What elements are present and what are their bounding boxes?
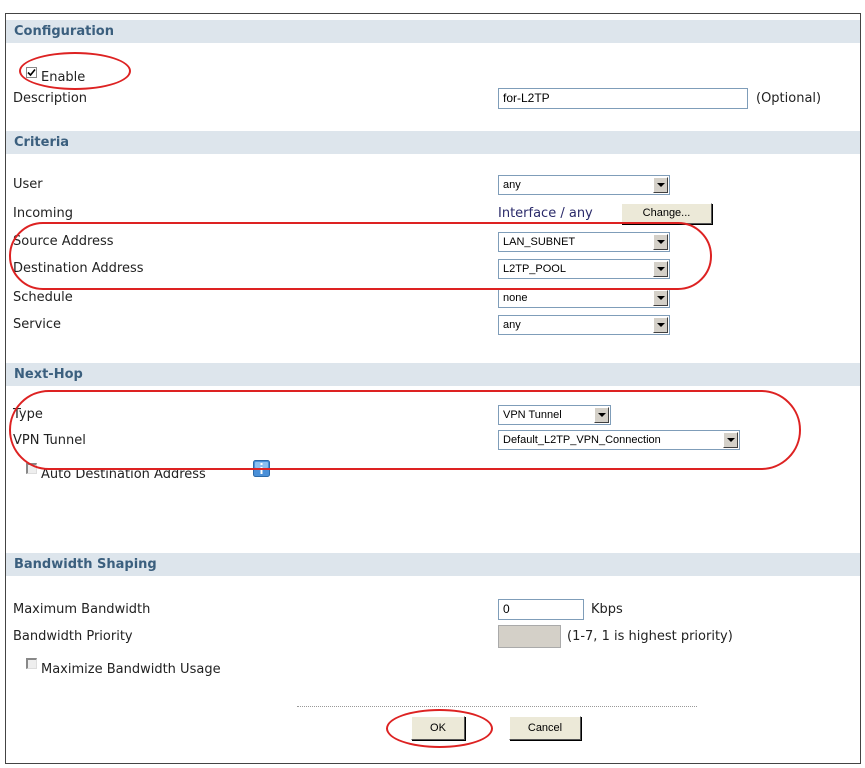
incoming-value: Interface / any [498, 206, 593, 221]
cancel-button[interactable]: Cancel [509, 716, 581, 740]
service-label: Service [13, 317, 62, 332]
section-title: Bandwidth Shaping [14, 557, 157, 572]
schedule-select[interactable]: none [498, 288, 670, 308]
user-label: User [13, 177, 43, 192]
info-icon[interactable] [253, 460, 270, 477]
top-caption-strip [0, 0, 865, 4]
user-select[interactable]: any [498, 175, 670, 195]
maximize-bandwidth-checkbox[interactable] [26, 658, 37, 669]
checkmark-icon [27, 68, 36, 77]
vpn-tunnel-label: VPN Tunnel [13, 433, 86, 448]
service-select[interactable]: any [498, 315, 670, 335]
section-title: Configuration [14, 24, 114, 39]
vpn-tunnel-select[interactable]: Default_L2TP_VPN_Connection [498, 430, 740, 450]
section-title: Criteria [14, 135, 70, 150]
enable-checkbox[interactable] [26, 67, 37, 78]
source-address-label: Source Address [13, 234, 114, 249]
section-bandwidth-shaping: Bandwidth Shaping [6, 553, 860, 576]
auto-destination-checkbox[interactable] [26, 463, 37, 474]
max-bandwidth-unit: Kbps [591, 602, 623, 617]
button-divider [297, 706, 697, 707]
schedule-label: Schedule [13, 290, 73, 305]
ok-button[interactable]: OK [411, 716, 465, 740]
chevron-down-icon[interactable] [723, 432, 738, 448]
section-configuration: Configuration [6, 20, 860, 43]
section-criteria: Criteria [6, 131, 860, 154]
optional-hint: (Optional) [756, 91, 822, 106]
chevron-down-icon[interactable] [653, 290, 668, 306]
chevron-down-icon[interactable] [653, 177, 668, 193]
section-next-hop: Next-Hop [6, 363, 860, 386]
destination-address-label: Destination Address [13, 261, 144, 276]
source-address-select[interactable]: LAN_SUBNET [498, 232, 670, 252]
max-bandwidth-input[interactable]: 0 [498, 599, 584, 620]
destination-address-select[interactable]: L2TP_POOL [498, 259, 670, 279]
enable-label: Enable [41, 70, 86, 85]
chevron-down-icon[interactable] [653, 261, 668, 277]
chevron-down-icon[interactable] [653, 317, 668, 333]
auto-destination-label: Auto Destination Address [41, 467, 206, 482]
bandwidth-priority-input[interactable] [498, 625, 561, 648]
description-input[interactable]: for-L2TP [498, 88, 748, 109]
max-bandwidth-label: Maximum Bandwidth [13, 602, 151, 617]
bandwidth-priority-hint: (1-7, 1 is highest priority) [567, 629, 733, 644]
chevron-down-icon[interactable] [653, 234, 668, 250]
type-select[interactable]: VPN Tunnel [498, 405, 611, 425]
edit-policy-route-panel [5, 13, 861, 764]
bandwidth-priority-label: Bandwidth Priority [13, 629, 133, 644]
description-label: Description [13, 91, 88, 106]
change-button[interactable]: Change... [621, 203, 712, 224]
type-label: Type [13, 407, 43, 422]
section-title: Next-Hop [14, 367, 83, 382]
incoming-label: Incoming [13, 206, 73, 221]
chevron-down-icon[interactable] [594, 407, 609, 423]
maximize-bandwidth-label: Maximize Bandwidth Usage [41, 662, 221, 677]
